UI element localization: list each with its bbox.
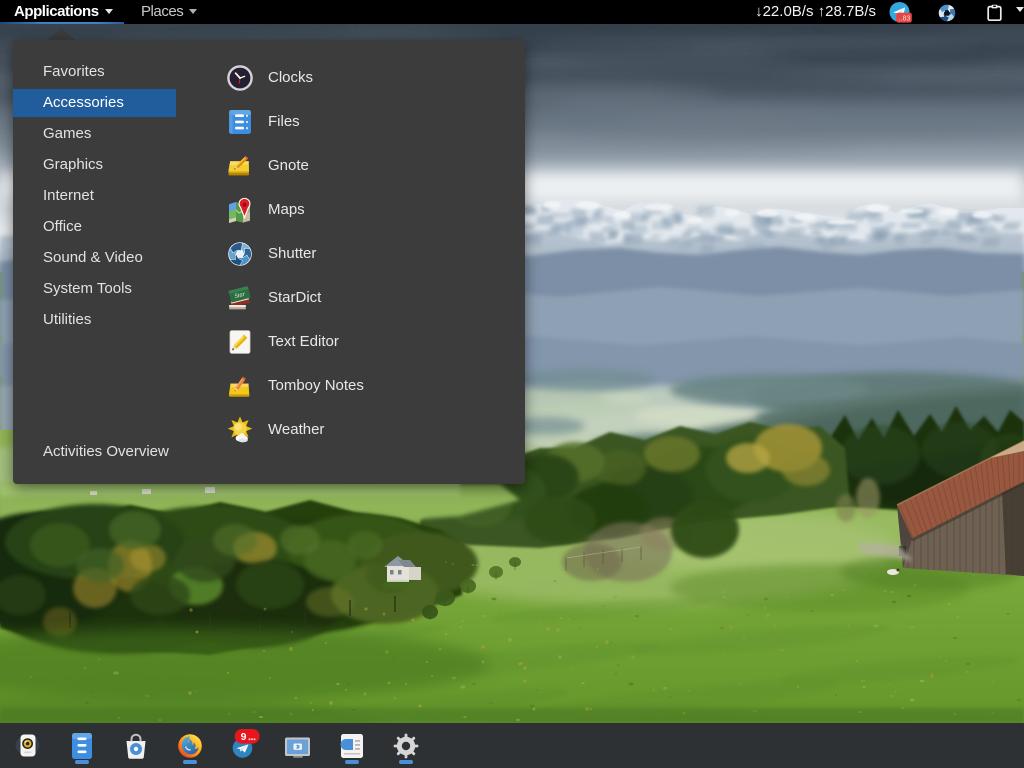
svg-text:..83: ..83 xyxy=(899,15,911,22)
svg-text:9: 9 xyxy=(241,731,247,743)
